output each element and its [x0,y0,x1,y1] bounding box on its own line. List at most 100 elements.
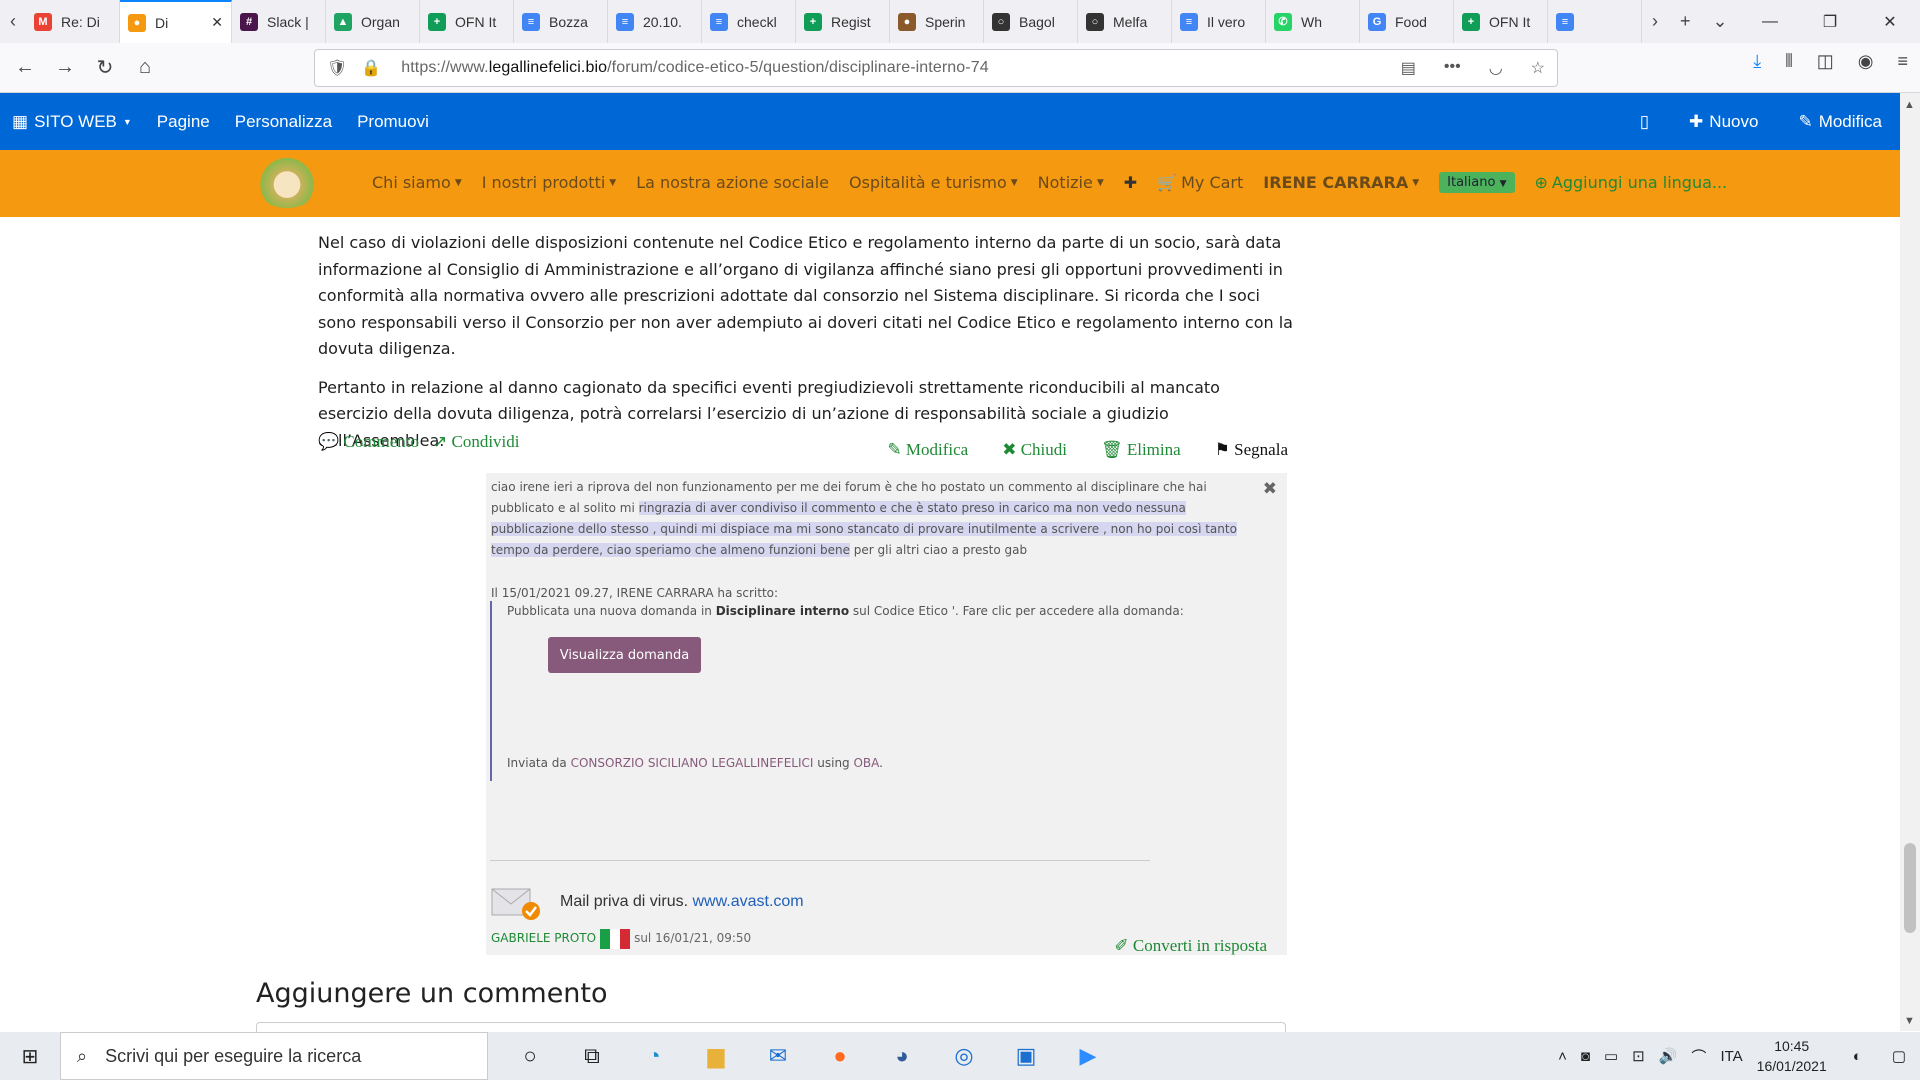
forward-button[interactable]: → [48,51,82,85]
thunderbird-icon[interactable]: ◕ [882,1038,922,1074]
nav-azione-sociale[interactable]: La nostra azione sociale [636,173,829,192]
tab-scroll-right-button[interactable]: › [1652,11,1658,32]
browser-tab[interactable]: ● Sperin [890,0,984,43]
close-tab-icon[interactable]: ✕ [211,14,223,31]
browser-tab[interactable]: ● Di ✕ [120,0,232,43]
tab-scroll-left-button[interactable]: ‹ [0,0,26,43]
volume-icon[interactable]: 🔊 [1659,1047,1678,1065]
battery-icon[interactable]: ▭ [1604,1047,1618,1065]
personalizza-menu[interactable]: Personalizza [235,112,332,132]
edit-post-link[interactable]: ✎ Modifica [887,440,968,460]
browser-tab[interactable]: M Re: Di [26,0,120,43]
flag-post-link[interactable]: ⚑ Segnala [1215,440,1288,460]
bookmark-star-icon[interactable]: ☆ [1531,58,1545,78]
browser-tab[interactable]: ≡ [1548,0,1642,43]
nav-chi-siamo[interactable]: Chi siamo ▼ [372,173,462,192]
browser-tab[interactable]: ○ Melfa [1078,0,1172,43]
show-hidden-icons[interactable]: ˄ [1558,1048,1567,1065]
firefox-icon[interactable]: ● [820,1038,860,1074]
delete-post-link[interactable]: 🗑 Elimina [1101,440,1181,460]
avast-link[interactable]: www.avast.com [692,893,803,910]
file-explorer-icon[interactable]: ▆ [696,1038,736,1074]
nav-ospitalita[interactable]: Ospitalità e turismo ▼ [849,173,1018,192]
nav-cart[interactable]: 🛒 My Cart [1157,173,1243,192]
page-scrollbar[interactable]: ▲ ▼ [1900,93,1920,1031]
sender-link[interactable]: CONSORZIO SICILIANO LEGALLINEFELICI [571,756,814,770]
close-post-link[interactable]: ✖ Chiudi [1002,440,1067,460]
browser-tab[interactable]: + Regist [796,0,890,43]
notification-tray-icon[interactable]: ⊡ [1632,1047,1645,1065]
browser-tab[interactable]: ≡ checkl [702,0,796,43]
mobile-preview-icon[interactable]: ▯ [1640,112,1649,132]
new-tab-button[interactable]: + [1680,11,1691,32]
author-link[interactable]: GABRIELE PROTO [491,928,596,949]
browser-tab[interactable]: ≡ Il vero [1172,0,1266,43]
url-bar[interactable]: 🛡 🔒 https://www.legallinefelici.bio/foru… [314,49,1558,87]
convert-to-answer-link[interactable]: ✐ Converti in risposta [1114,935,1267,956]
browser-tab[interactable]: ○ Bagol [984,0,1078,43]
taskbar-search[interactable]: ⌕ Scrivi qui per eseguire la ricerca [60,1032,488,1080]
downloads-icon[interactable]: ⤓ [1753,51,1761,72]
scroll-down-icon[interactable]: ▼ [1904,1015,1915,1027]
browser-tab[interactable]: G Food [1360,0,1454,43]
edge-icon[interactable]: ◔ [634,1038,674,1074]
share-link[interactable]: ↗ Condividi [433,432,520,452]
home-button[interactable]: ⌂ [128,51,162,85]
browser-tab[interactable]: # Slack | [232,0,326,43]
menu-icon[interactable]: ≡ [1897,51,1908,72]
site-web-menu[interactable]: ▦ SITO WEB ▼ [12,112,132,132]
input-language[interactable]: ITA [1720,1048,1742,1065]
delete-comment-icon[interactable]: ✖ [1263,479,1277,500]
site-logo[interactable] [254,156,320,208]
library-icon[interactable]: ⫴ [1785,51,1793,72]
nav-notizie[interactable]: Notizie ▼ [1038,173,1104,192]
promuovi-menu[interactable]: Promuovi [357,112,429,132]
mail-icon[interactable]: ✉ [758,1038,798,1074]
action-center-icon[interactable]: ▢ [1892,1047,1906,1065]
shield-icon[interactable]: 🛡 [327,58,347,78]
pagine-menu[interactable]: Pagine [157,112,210,132]
language-selector[interactable]: Italiano ▼ [1439,172,1515,193]
lock-icon[interactable]: 🔒 [361,58,381,78]
reader-view-icon[interactable]: ▤ [1401,58,1416,78]
photos-icon[interactable]: ▣ [1006,1038,1046,1074]
reload-button[interactable]: ↻ [88,51,122,85]
edit-button[interactable]: ✎ Modifica [1798,112,1882,132]
list-tabs-button[interactable]: ⌄ [1713,11,1728,32]
zoom-icon[interactable]: ▶ [1068,1038,1108,1074]
page-actions-icon[interactable]: ••• [1444,58,1461,78]
task-view-icon[interactable]: ⧉ [572,1038,612,1074]
browser-tab[interactable]: ✆ Wh [1266,0,1360,43]
user-menu[interactable]: IRENE CARRARA ▼ [1263,173,1419,192]
comment-link[interactable]: 💬 Commento [318,432,419,452]
oba-link[interactable]: OBA [853,756,879,770]
wifi-icon[interactable]: ⌒ [1691,1046,1706,1067]
nav-prodotti[interactable]: I nostri prodotti ▼ [482,173,616,192]
browser-tab[interactable]: + OFN It [1454,0,1548,43]
add-menu-icon[interactable]: ✚ [1124,173,1137,192]
comment-editor[interactable] [256,1022,1286,1032]
view-question-button[interactable]: Visualizza domanda [548,637,701,673]
new-button[interactable]: ✚ Nuovo [1689,112,1758,132]
scroll-thumb[interactable] [1904,843,1916,933]
camera-icon[interactable]: ◙ [1581,1048,1590,1065]
taskbar-clock[interactable]: 10:45 16/01/2021 [1757,1036,1827,1076]
close-window-button[interactable]: ✕ [1860,12,1920,32]
url-text[interactable]: https://www.legallinefelici.bio/forum/co… [401,59,988,77]
browser-tab[interactable]: ▲ Organ [326,0,420,43]
back-button[interactable]: ← [8,51,42,85]
teamviewer-icon[interactable]: ◎ [944,1038,984,1074]
minimize-button[interactable]: — [1740,13,1800,31]
account-avatar-icon[interactable]: ◐ [1853,1048,1862,1065]
pocket-icon[interactable]: ◡ [1489,58,1503,78]
windows-start-icon[interactable]: ⊞ [0,1044,60,1069]
account-icon[interactable]: ◉ [1858,51,1874,72]
add-language-link[interactable]: ⊕ Aggiungi una lingua... [1535,173,1728,192]
browser-tab[interactable]: + OFN It [420,0,514,43]
sidebar-icon[interactable]: ◫ [1817,51,1834,72]
restore-button[interactable]: ❐ [1800,12,1860,32]
scroll-up-icon[interactable]: ▲ [1904,99,1915,111]
browser-tab[interactable]: ≡ Bozza [514,0,608,43]
browser-tab[interactable]: ≡ 20.10. [608,0,702,43]
cortana-icon[interactable]: ○ [510,1038,550,1074]
